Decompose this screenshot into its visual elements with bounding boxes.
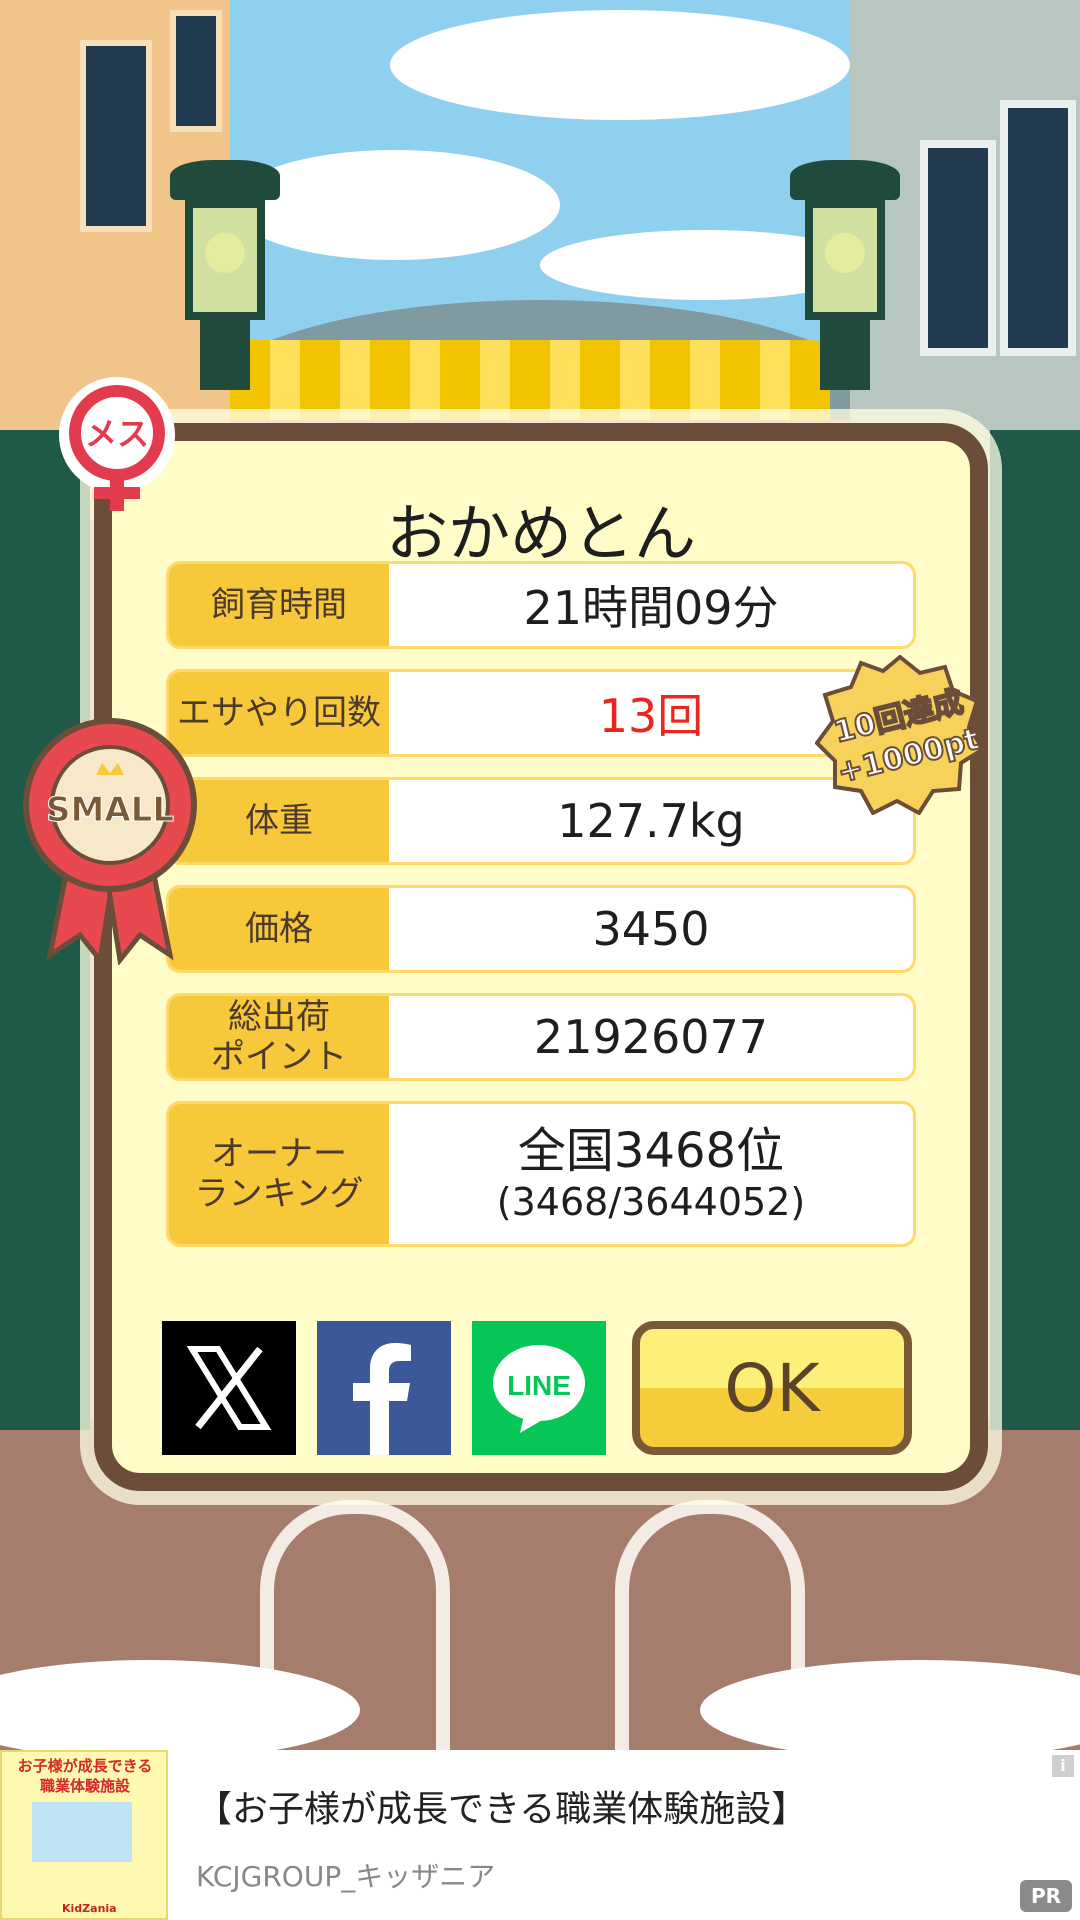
share-x-button[interactable] (162, 1321, 296, 1455)
cloud (390, 10, 850, 120)
stat-value: 3450 (592, 902, 710, 956)
ad-info-icon[interactable]: i (1052, 1755, 1074, 1777)
ok-button[interactable]: OK (632, 1321, 912, 1455)
window (170, 10, 222, 132)
stat-row-feeding-count: エサやり回数 13回 (166, 669, 916, 757)
ad-pr-badge: PR (1020, 1880, 1072, 1912)
share-facebook-button[interactable] (317, 1321, 451, 1455)
stat-label: 価格 (169, 888, 389, 970)
share-line-button[interactable]: LINE (472, 1321, 606, 1455)
stat-row-raising-time: 飼育時間 21時間09分 (166, 561, 916, 649)
street-lamp (790, 160, 900, 390)
stat-label: 飼育時間 (169, 564, 389, 646)
ad-banner[interactable]: お子様が成長できる 職業体験施設 KidZania 【お子様が成長できる職業体験… (0, 1750, 1080, 1920)
stat-row-weight: 体重 127.7kg (166, 777, 916, 865)
ad-image-brand: KidZania (62, 1902, 117, 1915)
stat-value: 21時間09分 (523, 581, 779, 635)
tree-row (230, 340, 830, 430)
ad-title[interactable]: 【お子様が成長できる職業体験施設】 (196, 1780, 807, 1832)
ranking-main: 全国3468位 (517, 1123, 785, 1179)
window (1000, 100, 1076, 356)
ranking-value: 全国3468位 (3468/3644052) (389, 1104, 913, 1244)
stat-value: 21926077 (533, 1010, 769, 1064)
ad-image-card (32, 1802, 132, 1862)
stat-label: オーナー ランキング (169, 1104, 389, 1244)
window (80, 40, 152, 232)
facebook-logo-icon (353, 1343, 411, 1455)
gender-label: メス (85, 415, 149, 453)
stat-label: 体重 (169, 780, 389, 862)
female-gender-icon: メス (59, 377, 175, 511)
ad-image-title: お子様が成長できる 職業体験施設 (17, 1757, 153, 1795)
size-label: SMALL (46, 790, 174, 830)
ad-image[interactable]: お子様が成長できる 職業体験施設 KidZania (0, 1750, 168, 1920)
right-pillar (990, 430, 1080, 1430)
stat-row-price: 価格 3450 (166, 885, 916, 973)
window (920, 140, 996, 356)
stat-label: 総出荷 ポイント (169, 996, 389, 1078)
ranking-detail: (3468/3644052) (496, 1180, 806, 1224)
stat-row-owner-ranking: オーナー ランキング 全国3468位 (3468/3644052) (166, 1101, 916, 1247)
size-ribbon-badge: SMALL (23, 718, 197, 965)
stat-row-total-points: 総出荷 ポイント 21926077 (166, 993, 916, 1081)
pig-result-dialog: おかめとん 飼育時間 21時間09分 エサやり回数 13回 体重 127.7kg… (94, 423, 988, 1491)
achievement-badge: 10回達成 +1000pt (815, 655, 985, 815)
ad-sponsor: KCJGROUP_キッザニア (196, 1860, 496, 1893)
line-logo-text: LINE (507, 1370, 571, 1401)
street-lamp (170, 160, 280, 390)
stat-label: エサやり回数 (169, 672, 389, 754)
x-logo-icon (186, 1346, 272, 1430)
pig-name: おかめとん (385, 497, 696, 570)
line-logo-icon: LINE (493, 1345, 585, 1433)
